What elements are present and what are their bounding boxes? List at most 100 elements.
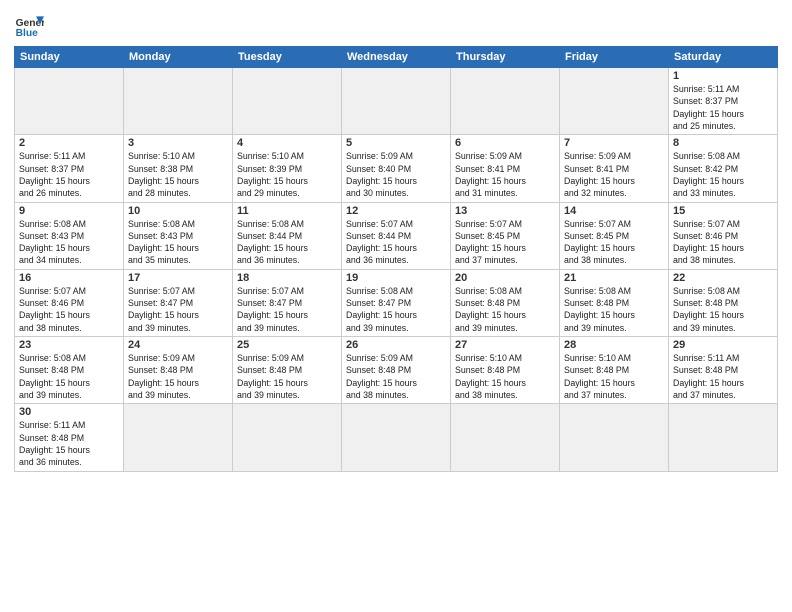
day-number: 26 xyxy=(346,339,446,351)
calendar-cell: 4Sunrise: 5:10 AM Sunset: 8:39 PM Daylig… xyxy=(233,135,342,202)
calendar-cell: 20Sunrise: 5:08 AM Sunset: 8:48 PM Dayli… xyxy=(451,269,560,336)
day-info: Sunrise: 5:08 AM Sunset: 8:48 PM Dayligh… xyxy=(673,285,773,334)
calendar-cell: 19Sunrise: 5:08 AM Sunset: 8:47 PM Dayli… xyxy=(342,269,451,336)
day-number: 25 xyxy=(237,339,337,351)
day-number: 13 xyxy=(455,205,555,217)
day-number: 1 xyxy=(673,70,773,82)
day-info: Sunrise: 5:07 AM Sunset: 8:45 PM Dayligh… xyxy=(455,218,555,267)
calendar-cell: 16Sunrise: 5:07 AM Sunset: 8:46 PM Dayli… xyxy=(15,269,124,336)
day-number: 29 xyxy=(673,339,773,351)
day-number: 3 xyxy=(128,137,228,149)
calendar-cell: 22Sunrise: 5:08 AM Sunset: 8:48 PM Dayli… xyxy=(669,269,778,336)
day-info: Sunrise: 5:08 AM Sunset: 8:48 PM Dayligh… xyxy=(19,352,119,401)
day-info: Sunrise: 5:08 AM Sunset: 8:48 PM Dayligh… xyxy=(564,285,664,334)
day-number: 27 xyxy=(455,339,555,351)
svg-text:Blue: Blue xyxy=(16,28,39,39)
day-info: Sunrise: 5:09 AM Sunset: 8:48 PM Dayligh… xyxy=(346,352,446,401)
day-number: 2 xyxy=(19,137,119,149)
day-info: Sunrise: 5:08 AM Sunset: 8:48 PM Dayligh… xyxy=(455,285,555,334)
logo: General Blue xyxy=(14,10,44,40)
day-info: Sunrise: 5:10 AM Sunset: 8:48 PM Dayligh… xyxy=(455,352,555,401)
day-number: 22 xyxy=(673,272,773,284)
day-number: 11 xyxy=(237,205,337,217)
calendar-cell xyxy=(124,68,233,135)
day-number: 28 xyxy=(564,339,664,351)
day-number: 9 xyxy=(19,205,119,217)
day-info: Sunrise: 5:07 AM Sunset: 8:47 PM Dayligh… xyxy=(128,285,228,334)
weekday-header-saturday: Saturday xyxy=(669,47,778,68)
day-info: Sunrise: 5:08 AM Sunset: 8:42 PM Dayligh… xyxy=(673,150,773,199)
day-info: Sunrise: 5:07 AM Sunset: 8:46 PM Dayligh… xyxy=(673,218,773,267)
day-number: 24 xyxy=(128,339,228,351)
calendar-cell: 3Sunrise: 5:10 AM Sunset: 8:38 PM Daylig… xyxy=(124,135,233,202)
day-number: 19 xyxy=(346,272,446,284)
calendar-cell: 9Sunrise: 5:08 AM Sunset: 8:43 PM Daylig… xyxy=(15,202,124,269)
header: General Blue xyxy=(14,10,778,40)
calendar-cell xyxy=(342,68,451,135)
generalblue-logo-icon: General Blue xyxy=(14,10,44,40)
day-number: 21 xyxy=(564,272,664,284)
day-info: Sunrise: 5:09 AM Sunset: 8:48 PM Dayligh… xyxy=(128,352,228,401)
calendar-cell: 2Sunrise: 5:11 AM Sunset: 8:37 PM Daylig… xyxy=(15,135,124,202)
calendar-cell: 5Sunrise: 5:09 AM Sunset: 8:40 PM Daylig… xyxy=(342,135,451,202)
calendar-cell: 21Sunrise: 5:08 AM Sunset: 8:48 PM Dayli… xyxy=(560,269,669,336)
calendar-week-row: 2Sunrise: 5:11 AM Sunset: 8:37 PM Daylig… xyxy=(15,135,778,202)
day-number: 14 xyxy=(564,205,664,217)
day-info: Sunrise: 5:08 AM Sunset: 8:44 PM Dayligh… xyxy=(237,218,337,267)
day-info: Sunrise: 5:10 AM Sunset: 8:38 PM Dayligh… xyxy=(128,150,228,199)
calendar-cell: 15Sunrise: 5:07 AM Sunset: 8:46 PM Dayli… xyxy=(669,202,778,269)
day-number: 18 xyxy=(237,272,337,284)
calendar-week-row: 1Sunrise: 5:11 AM Sunset: 8:37 PM Daylig… xyxy=(15,68,778,135)
weekday-header-thursday: Thursday xyxy=(451,47,560,68)
day-number: 5 xyxy=(346,137,446,149)
calendar-cell xyxy=(451,404,560,471)
calendar-cell: 12Sunrise: 5:07 AM Sunset: 8:44 PM Dayli… xyxy=(342,202,451,269)
calendar-cell xyxy=(233,404,342,471)
day-info: Sunrise: 5:11 AM Sunset: 8:37 PM Dayligh… xyxy=(673,83,773,132)
calendar-cell xyxy=(451,68,560,135)
day-info: Sunrise: 5:07 AM Sunset: 8:44 PM Dayligh… xyxy=(346,218,446,267)
day-number: 15 xyxy=(673,205,773,217)
weekday-header-wednesday: Wednesday xyxy=(342,47,451,68)
calendar-cell xyxy=(124,404,233,471)
day-number: 6 xyxy=(455,137,555,149)
day-info: Sunrise: 5:08 AM Sunset: 8:47 PM Dayligh… xyxy=(346,285,446,334)
day-info: Sunrise: 5:11 AM Sunset: 8:48 PM Dayligh… xyxy=(19,419,119,468)
day-info: Sunrise: 5:08 AM Sunset: 8:43 PM Dayligh… xyxy=(128,218,228,267)
day-number: 4 xyxy=(237,137,337,149)
calendar-cell: 30Sunrise: 5:11 AM Sunset: 8:48 PM Dayli… xyxy=(15,404,124,471)
day-info: Sunrise: 5:11 AM Sunset: 8:48 PM Dayligh… xyxy=(673,352,773,401)
day-number: 17 xyxy=(128,272,228,284)
day-info: Sunrise: 5:09 AM Sunset: 8:41 PM Dayligh… xyxy=(455,150,555,199)
calendar-cell: 10Sunrise: 5:08 AM Sunset: 8:43 PM Dayli… xyxy=(124,202,233,269)
calendar-cell: 27Sunrise: 5:10 AM Sunset: 8:48 PM Dayli… xyxy=(451,337,560,404)
calendar-cell: 17Sunrise: 5:07 AM Sunset: 8:47 PM Dayli… xyxy=(124,269,233,336)
calendar-cell: 8Sunrise: 5:08 AM Sunset: 8:42 PM Daylig… xyxy=(669,135,778,202)
calendar-cell xyxy=(560,404,669,471)
calendar-week-row: 16Sunrise: 5:07 AM Sunset: 8:46 PM Dayli… xyxy=(15,269,778,336)
calendar-cell: 7Sunrise: 5:09 AM Sunset: 8:41 PM Daylig… xyxy=(560,135,669,202)
calendar-cell: 28Sunrise: 5:10 AM Sunset: 8:48 PM Dayli… xyxy=(560,337,669,404)
calendar-cell xyxy=(15,68,124,135)
calendar-cell xyxy=(233,68,342,135)
calendar-cell xyxy=(669,404,778,471)
day-info: Sunrise: 5:07 AM Sunset: 8:45 PM Dayligh… xyxy=(564,218,664,267)
calendar-cell: 18Sunrise: 5:07 AM Sunset: 8:47 PM Dayli… xyxy=(233,269,342,336)
calendar-cell: 26Sunrise: 5:09 AM Sunset: 8:48 PM Dayli… xyxy=(342,337,451,404)
calendar-cell: 6Sunrise: 5:09 AM Sunset: 8:41 PM Daylig… xyxy=(451,135,560,202)
day-info: Sunrise: 5:08 AM Sunset: 8:43 PM Dayligh… xyxy=(19,218,119,267)
calendar-cell: 11Sunrise: 5:08 AM Sunset: 8:44 PM Dayli… xyxy=(233,202,342,269)
calendar-header-row: SundayMondayTuesdayWednesdayThursdayFrid… xyxy=(15,47,778,68)
calendar-cell: 13Sunrise: 5:07 AM Sunset: 8:45 PM Dayli… xyxy=(451,202,560,269)
day-info: Sunrise: 5:07 AM Sunset: 8:46 PM Dayligh… xyxy=(19,285,119,334)
weekday-header-friday: Friday xyxy=(560,47,669,68)
day-info: Sunrise: 5:10 AM Sunset: 8:39 PM Dayligh… xyxy=(237,150,337,199)
day-number: 8 xyxy=(673,137,773,149)
day-info: Sunrise: 5:10 AM Sunset: 8:48 PM Dayligh… xyxy=(564,352,664,401)
calendar-table: SundayMondayTuesdayWednesdayThursdayFrid… xyxy=(14,46,778,472)
calendar-cell: 25Sunrise: 5:09 AM Sunset: 8:48 PM Dayli… xyxy=(233,337,342,404)
calendar-cell xyxy=(342,404,451,471)
calendar-cell: 1Sunrise: 5:11 AM Sunset: 8:37 PM Daylig… xyxy=(669,68,778,135)
weekday-header-monday: Monday xyxy=(124,47,233,68)
calendar-cell: 23Sunrise: 5:08 AM Sunset: 8:48 PM Dayli… xyxy=(15,337,124,404)
